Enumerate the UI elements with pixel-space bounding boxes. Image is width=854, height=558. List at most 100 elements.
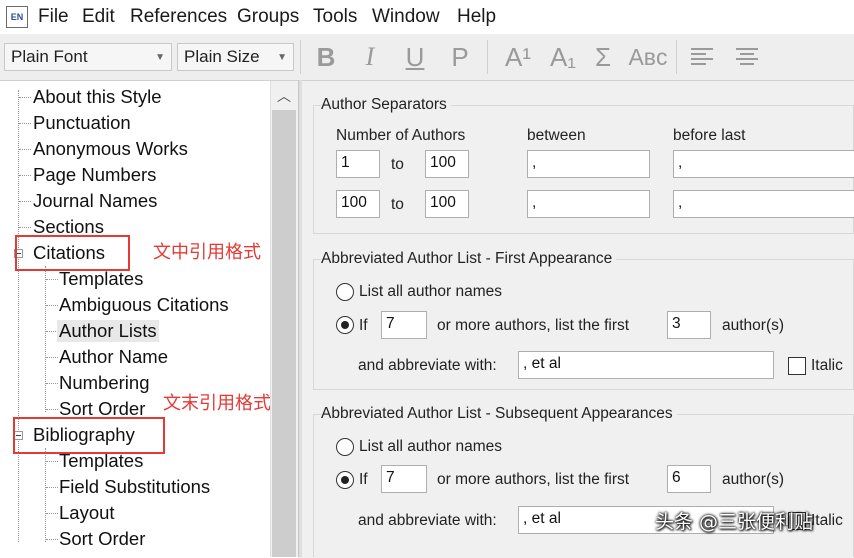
- tree-line: [19, 227, 31, 228]
- tree-item-about-this-style[interactable]: About this Style: [33, 86, 162, 108]
- menu-file[interactable]: File: [38, 6, 69, 28]
- separator-row1-to-field[interactable]: 100: [425, 150, 469, 178]
- underline-button[interactable]: U: [401, 40, 429, 74]
- subsequent-if-radio[interactable]: [336, 471, 354, 489]
- tree-line: [46, 279, 58, 280]
- tree-line: [46, 487, 58, 488]
- tree-item-field-substitutions[interactable]: Field Substitutions: [59, 476, 210, 498]
- toolbar-separator: [300, 40, 301, 74]
- bold-button[interactable]: B: [312, 40, 340, 74]
- align-center-icon[interactable]: [735, 46, 759, 68]
- tree-item-author-lists[interactable]: Author Lists: [57, 320, 159, 342]
- between-label: between: [527, 127, 586, 144]
- tree-item-journal-names[interactable]: Journal Names: [33, 190, 157, 212]
- separator-row1-from-field[interactable]: 1: [336, 150, 380, 178]
- first-more-authors-label: or more authors, list the first: [437, 317, 630, 334]
- first-list-first-field[interactable]: 3: [667, 311, 711, 339]
- tree-line: [19, 97, 31, 98]
- tree-line: [19, 201, 31, 202]
- subscript-button[interactable]: A₁: [546, 40, 580, 74]
- tree-line: [46, 357, 58, 358]
- subsequent-list-all-radio[interactable]: [336, 438, 354, 456]
- tree-line: [45, 448, 46, 542]
- menu-help[interactable]: Help: [457, 6, 496, 28]
- italic-button[interactable]: I: [356, 40, 384, 74]
- size-dropdown[interactable]: Plain Size ▼: [177, 43, 294, 71]
- before-last-label: before last: [673, 127, 746, 144]
- subsequent-italic-label[interactable]: Italic: [811, 512, 843, 530]
- in-text-citation-note: 文中引用格式: [153, 242, 261, 263]
- superscript-button[interactable]: A¹: [500, 40, 536, 74]
- tree-item-punctuation[interactable]: Punctuation: [33, 112, 131, 134]
- symbol-button[interactable]: Σ: [589, 40, 617, 74]
- menu-tools[interactable]: Tools: [313, 6, 357, 28]
- subsequent-list-first-field[interactable]: 6: [667, 465, 711, 493]
- subsequent-authors-label: author(s): [722, 471, 785, 488]
- tree-line: [45, 266, 46, 412]
- align-left-icon[interactable]: [690, 46, 714, 68]
- citations-highlight-box: [15, 235, 130, 271]
- bibliography-highlight-box: [13, 417, 165, 454]
- to-label: to: [391, 196, 404, 213]
- tree-item-ambiguous-citations[interactable]: Ambiguous Citations: [59, 294, 229, 316]
- size-dropdown-value: Plain Size: [184, 47, 260, 66]
- watermark: 头条 @三张便利贴: [655, 511, 814, 533]
- bibliography-note: 文末引用格式: [163, 393, 271, 414]
- toolbar-separator: [676, 40, 677, 74]
- tree-item-page-numbers[interactable]: Page Numbers: [33, 164, 156, 186]
- font-dropdown[interactable]: Plain Font ▼: [4, 43, 172, 71]
- first-abbreviate-field[interactable]: , et al: [518, 351, 774, 379]
- subsequent-more-authors-label: or more authors, list the first: [437, 471, 630, 488]
- first-italic-label[interactable]: Italic: [811, 357, 843, 375]
- number-of-authors-label: Number of Authors: [336, 127, 466, 144]
- tree-item-numbering[interactable]: Numbering: [59, 372, 150, 394]
- first-list-all-label[interactable]: List all author names: [359, 283, 502, 301]
- separator-row2-to-field[interactable]: 100: [425, 190, 469, 218]
- first-if-count-field[interactable]: 7: [381, 311, 427, 339]
- separator-row2-before-last-field[interactable]: ,: [673, 190, 854, 218]
- tree-item-author-name[interactable]: Author Name: [59, 346, 168, 368]
- to-label: to: [391, 156, 404, 173]
- chevron-down-icon: ▼: [155, 52, 165, 63]
- separator-row1-before-last-field[interactable]: ,: [673, 150, 854, 178]
- menu-edit[interactable]: Edit: [82, 6, 115, 28]
- tree-line: [46, 461, 58, 462]
- menu-references[interactable]: References: [130, 6, 227, 28]
- first-if-label[interactable]: If: [359, 317, 368, 335]
- subsequent-if-label[interactable]: If: [359, 471, 368, 489]
- subsequent-abbreviate-label: and abbreviate with:: [358, 512, 497, 529]
- first-list-all-radio[interactable]: [336, 283, 354, 301]
- tree-item-bibliography-sort-order[interactable]: Sort Order: [59, 528, 145, 550]
- menu-groups[interactable]: Groups: [237, 6, 299, 28]
- subsequent-list-all-label[interactable]: List all author names: [359, 438, 502, 456]
- first-if-radio[interactable]: [336, 316, 354, 334]
- separator-row1-between-field[interactable]: ,: [527, 150, 650, 178]
- chevron-down-icon: ▼: [277, 52, 287, 63]
- tree-line: [18, 90, 19, 542]
- plain-button[interactable]: P: [446, 40, 474, 74]
- separator-row2-from-field[interactable]: 100: [336, 190, 380, 218]
- tree-item-layout[interactable]: Layout: [59, 502, 115, 524]
- tree-line: [46, 513, 58, 514]
- first-italic-checkbox[interactable]: [788, 357, 806, 375]
- tree-item-citation-templates[interactable]: Templates: [59, 268, 143, 290]
- subsequent-title: Abbreviated Author List - Subsequent App…: [321, 405, 677, 423]
- scroll-up-icon[interactable]: ︿: [270, 84, 298, 108]
- separator-row2-between-field[interactable]: ,: [527, 190, 650, 218]
- first-authors-label: author(s): [722, 317, 785, 334]
- small-caps-button[interactable]: Aʙᴄ: [627, 40, 669, 74]
- menu-window[interactable]: Window: [372, 6, 440, 28]
- font-dropdown-value: Plain Font: [11, 47, 88, 66]
- tree-line: [19, 123, 31, 124]
- tree-line: [46, 409, 58, 410]
- endnote-app-icon[interactable]: EN: [6, 6, 28, 28]
- tree-line: [46, 305, 58, 306]
- tree-item-anonymous-works[interactable]: Anonymous Works: [33, 138, 188, 160]
- tree-line: [19, 175, 31, 176]
- first-abbreviate-label: and abbreviate with:: [358, 357, 497, 374]
- author-separators-title: Author Separators: [321, 96, 451, 114]
- tree-line: [46, 383, 58, 384]
- subsequent-if-count-field[interactable]: 7: [381, 465, 427, 493]
- scrollbar-thumb[interactable]: [272, 110, 296, 557]
- toolbar-separator: [487, 40, 488, 74]
